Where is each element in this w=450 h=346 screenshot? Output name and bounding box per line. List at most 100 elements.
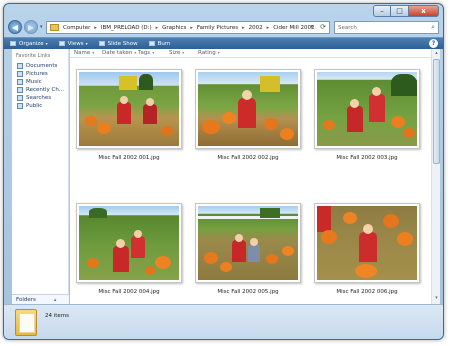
- sidebar-item-label: Music: [26, 79, 42, 85]
- slide-show-button[interactable]: Slide Show: [98, 41, 138, 47]
- chevron-up-icon: ▴: [53, 296, 57, 303]
- pumpkin-patch-photo: [198, 72, 298, 146]
- breadcrumb-separator-icon[interactable]: ▸: [190, 25, 193, 31]
- scroll-up-icon[interactable]: ▴: [433, 50, 440, 58]
- scroll-down-icon[interactable]: ▾: [433, 295, 440, 303]
- sidebar-item-public[interactable]: Public: [12, 102, 68, 110]
- sidebar-item-music[interactable]: Music: [12, 78, 68, 86]
- vertical-scrollbar[interactable]: ▴ ▾: [431, 49, 440, 304]
- column-label: Date taken: [102, 50, 133, 56]
- photo-thumbnail: [314, 203, 420, 283]
- forward-button[interactable]: ▶: [24, 20, 38, 34]
- folders-toggle[interactable]: Folders ▴: [12, 294, 69, 304]
- file-item[interactable]: Misc Fall 2002 005.jpg: [195, 203, 301, 295]
- address-dropdown-icon[interactable]: ▾: [310, 24, 313, 30]
- details-pane: 24 items: [4, 304, 443, 339]
- file-name: Misc Fall 2002 003.jpg: [336, 155, 398, 161]
- organize-icon: [10, 41, 16, 46]
- breadcrumb-family-pictures[interactable]: Family Pictures: [197, 25, 238, 31]
- column-header-tags[interactable]: Tags ▾: [138, 50, 154, 56]
- photo-thumbnail: [76, 203, 182, 283]
- sidebar-item-label: Recently Ch...: [26, 87, 65, 93]
- file-item[interactable]: Misc Fall 2002 004.jpg: [76, 203, 182, 295]
- pumpkin-patch-photo: [317, 72, 417, 146]
- sidebar-item-label: Public: [26, 103, 43, 109]
- file-name: Misc Fall 2002 004.jpg: [98, 289, 160, 295]
- public-icon: [17, 103, 23, 109]
- breadcrumb-2002[interactable]: 2002: [249, 25, 263, 31]
- burn-button[interactable]: Burn: [148, 40, 171, 47]
- chevron-down-icon: ▾: [217, 50, 220, 55]
- close-button[interactable]: x: [409, 5, 439, 17]
- favorite-links-heading: Favorite Links: [16, 53, 51, 59]
- file-item[interactable]: Misc Fall 2002 006.jpg: [314, 203, 420, 295]
- photo-thumbnail: [195, 69, 301, 149]
- breadcrumb-computer[interactable]: Computer: [63, 25, 90, 31]
- column-headers: Name ▾ Date taken ▾ Tags ▾ Size ▾ Rating ▾: [70, 49, 431, 58]
- refresh-icon[interactable]: ⟳: [320, 23, 326, 31]
- file-item[interactable]: Misc Fall 2002 003.jpg: [314, 69, 420, 161]
- address-bar[interactable]: Computer ▸ IBM_PRELOAD (D:) ▸ Graphics ▸…: [46, 21, 330, 34]
- column-label: Tags: [138, 50, 151, 56]
- file-item[interactable]: Misc Fall 2002 001.jpg: [76, 69, 182, 161]
- folders-label: Folders: [16, 296, 36, 303]
- pumpkin-patch-photo: [317, 206, 417, 280]
- folder-icon: [15, 309, 37, 336]
- breadcrumb-separator-icon[interactable]: ▸: [156, 25, 159, 31]
- column-header-name[interactable]: Name ▾: [74, 50, 94, 56]
- views-icon: [58, 41, 65, 46]
- column-label: Rating: [198, 50, 216, 56]
- pictures-icon: [17, 71, 23, 77]
- search-input[interactable]: Search ⌕: [334, 21, 439, 34]
- breadcrumb-separator-icon[interactable]: ▸: [242, 25, 245, 31]
- slide-show-icon: [98, 41, 105, 46]
- search-icon[interactable]: ⌕: [431, 23, 435, 32]
- documents-icon: [17, 63, 23, 69]
- file-item[interactable]: Misc Fall 2002 002.jpg: [195, 69, 301, 161]
- column-header-rating[interactable]: Rating ▾: [198, 50, 220, 56]
- searches-icon: [17, 95, 23, 101]
- back-button[interactable]: ◀: [8, 20, 22, 34]
- column-header-size[interactable]: Size ▾: [169, 50, 184, 56]
- pumpkin-patch-photo: [198, 206, 298, 280]
- breadcrumb-cider-mill[interactable]: Cider Mill 2002: [273, 25, 314, 31]
- scrollbar-thumb[interactable]: [433, 59, 440, 164]
- navigation-row: ◀ ▶ ▾ Computer ▸ IBM_PRELOAD (D:) ▸ Grap…: [4, 18, 443, 37]
- file-name: Misc Fall 2002 006.jpg: [336, 289, 398, 295]
- burn-icon: [148, 41, 155, 46]
- chevron-down-icon: ▾: [92, 50, 95, 55]
- pumpkin-patch-photo: [79, 206, 179, 280]
- breadcrumb-separator-icon[interactable]: ▸: [267, 25, 270, 31]
- minimize-button[interactable]: –: [373, 5, 391, 17]
- column-header-date-taken[interactable]: Date taken ▾: [102, 50, 136, 56]
- organize-button[interactable]: Organize ▾: [10, 41, 48, 47]
- recent-icon: [17, 87, 23, 93]
- search-placeholder: Search: [338, 24, 357, 31]
- photo-thumbnail: [195, 203, 301, 283]
- views-button[interactable]: Views ▾: [58, 41, 88, 47]
- sidebar-item-label: Documents: [26, 63, 58, 69]
- breadcrumb-drive[interactable]: IBM_PRELOAD (D:): [101, 25, 152, 31]
- maximize-button[interactable]: □: [391, 5, 409, 17]
- sidebar-item-pictures[interactable]: Pictures: [12, 70, 68, 78]
- recent-pages-dropdown[interactable]: ▾: [40, 24, 43, 30]
- pumpkin-patch-photo: [79, 72, 179, 146]
- breadcrumb: Computer ▸ IBM_PRELOAD (D:) ▸ Graphics ▸…: [63, 25, 315, 31]
- burn-label: Burn: [157, 40, 171, 47]
- help-icon[interactable]: ?: [429, 39, 438, 48]
- sidebar-item-label: Searches: [26, 95, 52, 101]
- chevron-down-icon: ▾: [45, 41, 48, 46]
- file-name: Misc Fall 2002 005.jpg: [217, 289, 279, 295]
- column-label: Name: [74, 50, 91, 56]
- sidebar-item-searches[interactable]: Searches: [12, 94, 68, 102]
- sidebar-item-recently-changed[interactable]: Recently Ch...: [12, 86, 68, 94]
- chevron-down-icon: ▾: [134, 50, 137, 55]
- column-label: Size: [169, 50, 181, 56]
- file-name: Misc Fall 2002 002.jpg: [217, 155, 279, 161]
- navigation-pane: Favorite Links Documents Pictures Music …: [12, 49, 69, 294]
- sidebar-item-documents[interactable]: Documents: [12, 62, 68, 70]
- photo-thumbnail: [314, 69, 420, 149]
- breadcrumb-graphics[interactable]: Graphics: [162, 25, 186, 31]
- file-list-view: Name ▾ Date taken ▾ Tags ▾ Size ▾ Rating ▾: [70, 49, 431, 304]
- breadcrumb-separator-icon[interactable]: ▸: [94, 25, 97, 31]
